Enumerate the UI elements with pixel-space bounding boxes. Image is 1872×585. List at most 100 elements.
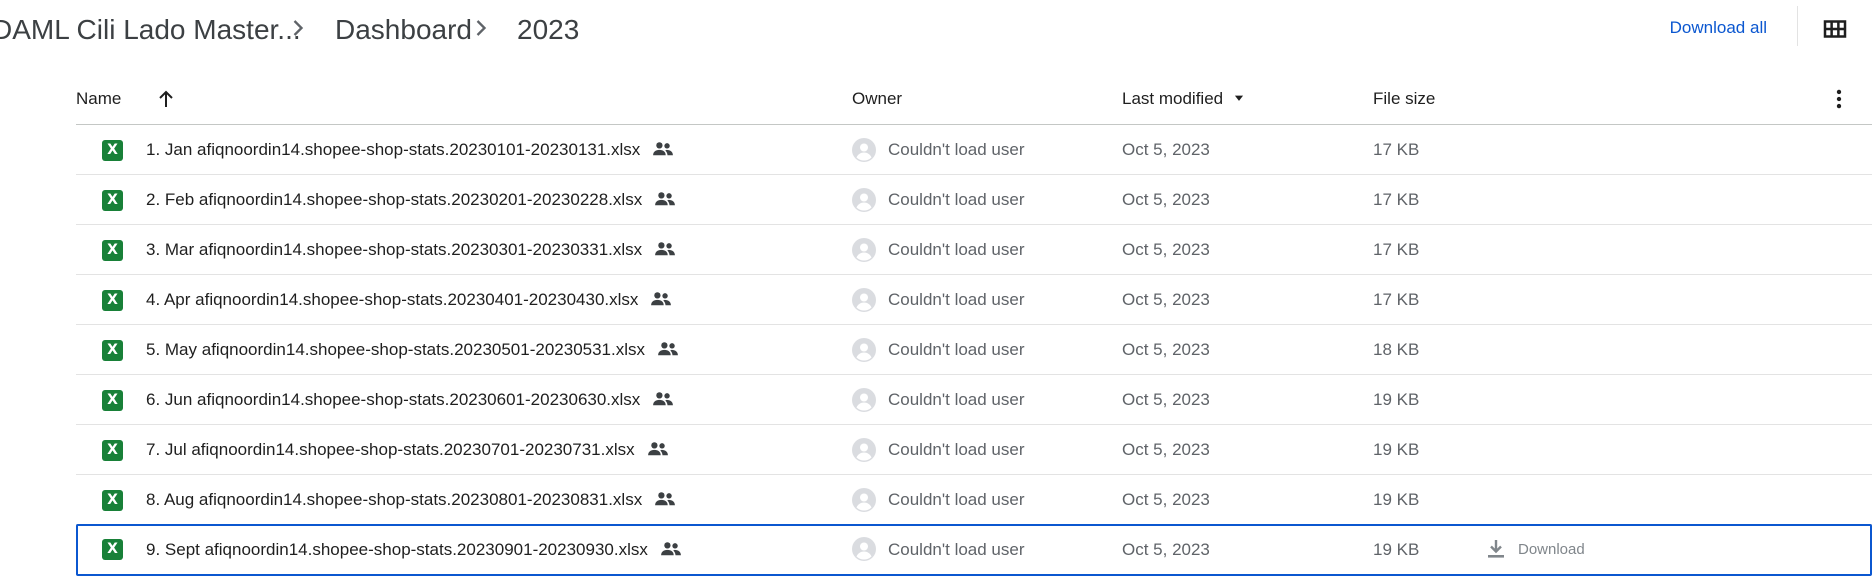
last-modified-date: Oct 5, 2023 [1122,240,1210,259]
owner-name: Couldn't load user [888,490,1025,509]
file-size: 19 KB [1373,440,1420,459]
last-modified-date: Oct 5, 2023 [1122,440,1210,459]
shared-people-icon [653,142,674,156]
file-name-text: 4. Apr afiqnoordin14.shopee-shop-stats.2… [146,290,639,309]
owner-name: Couldn't load user [888,190,1025,209]
column-header-owner[interactable]: Owner [852,74,902,124]
file-size: 17 KB [1373,190,1420,209]
owner-name: Couldn't load user [888,290,1025,309]
excel-icon: X [102,290,123,311]
arrow-up-icon[interactable] [154,87,178,111]
chevron-right-icon [476,20,487,36]
user-avatar-icon [852,188,876,212]
column-header-last-modified[interactable]: Last modified [1122,74,1246,124]
table-row[interactable]: X 8. Aug afiqnoordin14.shopee-shop-stats… [76,475,1872,525]
last-modified-date: Oct 5, 2023 [1122,490,1210,509]
table-row[interactable]: X 6. Jun afiqnoordin14.shopee-shop-stats… [76,375,1872,425]
user-avatar-icon [852,537,876,561]
file-name-text: 1. Jan afiqnoordin14.shopee-shop-stats.2… [146,140,641,159]
file-list-table: Name Owner Last modified File size X 1. … [76,74,1872,576]
shared-people-icon [653,392,674,406]
file-name: 8. Aug afiqnoordin14.shopee-shop-stats.2… [146,475,676,524]
file-name: 5. May afiqnoordin14.shopee-shop-stats.2… [146,325,679,374]
breadcrumb-item-current[interactable]: 2023 [517,10,579,50]
file-name: 2. Feb afiqnoordin14.shopee-shop-stats.2… [146,175,676,224]
table-header-row: Name Owner Last modified File size [76,74,1872,125]
file-size: 18 KB [1373,340,1420,359]
file-size: 17 KB [1373,140,1420,159]
column-header-name[interactable]: Name [76,74,121,124]
table-row[interactable]: X 4. Apr afiqnoordin14.shopee-shop-stats… [76,275,1872,325]
column-header-last-modified-label: Last modified [1122,89,1224,108]
file-size: 17 KB [1373,240,1420,259]
column-header-file-size[interactable]: File size [1373,74,1435,124]
user-avatar-icon [852,288,876,312]
last-modified-date: Oct 5, 2023 [1122,540,1210,559]
grid-view-icon[interactable] [1820,14,1850,44]
file-name-text: 8. Aug afiqnoordin14.shopee-shop-stats.2… [146,490,643,509]
shared-people-icon [660,542,681,556]
shared-people-icon [655,192,676,206]
last-modified-date: Oct 5, 2023 [1122,140,1210,159]
file-name: 4. Apr afiqnoordin14.shopee-shop-stats.2… [146,275,672,324]
last-modified-date: Oct 5, 2023 [1122,390,1210,409]
excel-icon: X [102,490,123,511]
file-name: 1. Jan afiqnoordin14.shopee-shop-stats.2… [146,125,674,174]
excel-icon: X [102,340,123,361]
file-name-text: 7. Jul afiqnoordin14.shopee-shop-stats.2… [146,440,635,459]
owner-name: Couldn't load user [888,240,1025,259]
shared-people-icon [658,342,678,356]
download-icon [1488,540,1504,558]
table-row[interactable]: X 1. Jan afiqnoordin14.shopee-shop-stats… [76,125,1872,175]
shared-people-icon [655,492,676,506]
table-body: X 1. Jan afiqnoordin14.shopee-shop-stats… [76,125,1872,576]
download-all-button[interactable]: Download all [1670,12,1767,44]
caret-down-icon [1234,95,1243,101]
user-avatar-icon [852,438,876,462]
breadcrumb-item-dashboard[interactable]: Dashboard [335,10,472,50]
owner-name: Couldn't load user [888,340,1025,359]
user-avatar-icon [852,338,876,362]
excel-icon: X [102,190,123,211]
shared-people-icon [651,292,672,306]
last-modified-date: Oct 5, 2023 [1122,190,1210,209]
file-name-text: 3. Mar afiqnoordin14.shopee-shop-stats.2… [146,240,643,259]
file-size: 17 KB [1373,290,1420,309]
last-modified-date: Oct 5, 2023 [1122,340,1210,359]
last-modified-date: Oct 5, 2023 [1122,290,1210,309]
file-name-text: 5. May afiqnoordin14.shopee-shop-stats.2… [146,340,646,359]
breadcrumb-item-root[interactable]: DAML Cili Lado Master... [0,10,301,50]
file-name: 6. Jun afiqnoordin14.shopee-shop-stats.2… [146,375,674,424]
excel-icon: X [102,440,123,461]
file-name: 3. Mar afiqnoordin14.shopee-shop-stats.2… [146,225,676,274]
drive-folder-page: DAML Cili Lado Master... Dashboard 2023 … [0,0,1872,585]
excel-icon: X [102,240,123,261]
table-row[interactable]: X 5. May afiqnoordin14.shopee-shop-stats… [76,325,1872,375]
shared-people-icon [655,242,676,256]
file-size: 19 KB [1373,490,1420,509]
user-avatar-icon [852,238,876,262]
more-vert-icon[interactable] [1826,86,1852,112]
file-name-text: 6. Jun afiqnoordin14.shopee-shop-stats.2… [146,390,641,409]
owner-name: Couldn't load user [888,540,1025,559]
table-row-selected[interactable]: X 9. Sept afiqnoordin14.shopee-shop-stat… [76,524,1872,576]
chevron-right-icon [293,20,304,36]
table-row[interactable]: X 2. Feb afiqnoordin14.shopee-shop-stats… [76,175,1872,225]
table-row[interactable]: X 3. Mar afiqnoordin14.shopee-shop-stats… [76,225,1872,275]
file-size: 19 KB [1373,390,1420,409]
header-divider [1797,6,1798,46]
file-name: 7. Jul afiqnoordin14.shopee-shop-stats.2… [146,425,669,474]
file-name-text: 2. Feb afiqnoordin14.shopee-shop-stats.2… [146,190,643,209]
owner-name: Couldn't load user [888,440,1025,459]
owner-name: Couldn't load user [888,140,1025,159]
shared-people-icon [647,442,668,456]
excel-icon: X [102,140,123,161]
excel-icon: X [102,539,123,560]
file-size: 19 KB [1373,540,1420,559]
user-avatar-icon [852,138,876,162]
owner-name: Couldn't load user [888,390,1025,409]
user-avatar-icon [852,488,876,512]
excel-icon: X [102,390,123,411]
table-row[interactable]: X 7. Jul afiqnoordin14.shopee-shop-stats… [76,425,1872,475]
file-name-text: 9. Sept afiqnoordin14.shopee-shop-stats.… [146,540,648,559]
